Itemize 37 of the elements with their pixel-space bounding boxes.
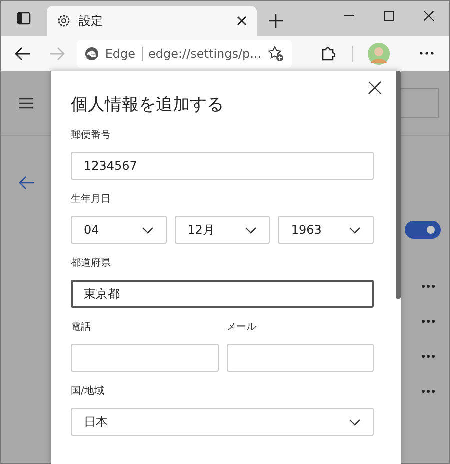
chevron-down-icon: [349, 226, 362, 234]
dropdown[interactable]: 1963: [278, 216, 374, 244]
close-button[interactable]: [368, 81, 384, 97]
chevron-down-icon: [142, 226, 154, 234]
field-label: メール: [226, 321, 258, 335]
url-text: edge://settings/p...: [148, 46, 262, 60]
scrollbar[interactable]: [396, 71, 401, 299]
gear-icon: [57, 14, 71, 28]
browser-tab[interactable]: 設定: [47, 6, 257, 36]
star-add-icon[interactable]: [268, 46, 284, 62]
field-label: 郵便番号: [71, 128, 112, 143]
menu-icon[interactable]: [19, 98, 33, 108]
site-label: Edge: [105, 46, 136, 60]
input-field[interactable]: 1234567: [71, 152, 374, 180]
input-field[interactable]: 東京都: [71, 280, 374, 308]
input-field[interactable]: [226, 344, 374, 372]
toggle-switch[interactable]: [405, 221, 441, 239]
back-arrow-icon[interactable]: [19, 176, 35, 190]
field-label: 電話: [71, 320, 92, 335]
more-icon[interactable]: [422, 390, 435, 393]
field-label: 国/地域: [71, 384, 106, 399]
close-icon[interactable]: [237, 16, 247, 26]
field-label: 生年月日: [71, 192, 112, 207]
input-field[interactable]: [71, 344, 218, 372]
field-label: 都道府県: [71, 256, 112, 271]
chevron-down-icon: [349, 418, 361, 426]
dropdown[interactable]: 04: [71, 216, 167, 244]
browser-logo-icon: [85, 46, 100, 60]
tab-title: 設定: [79, 12, 104, 30]
chevron-down-icon: [245, 226, 258, 234]
more-icon[interactable]: [422, 285, 435, 288]
dialog-title: 個人情報を追加する: [71, 94, 224, 116]
dropdown[interactable]: 日本: [71, 408, 374, 436]
more-icon[interactable]: [422, 320, 435, 323]
address-bar[interactable]: Edge edge://settings/p...: [77, 40, 292, 68]
dropdown[interactable]: 12月: [174, 216, 270, 244]
more-icon[interactable]: [422, 355, 435, 358]
